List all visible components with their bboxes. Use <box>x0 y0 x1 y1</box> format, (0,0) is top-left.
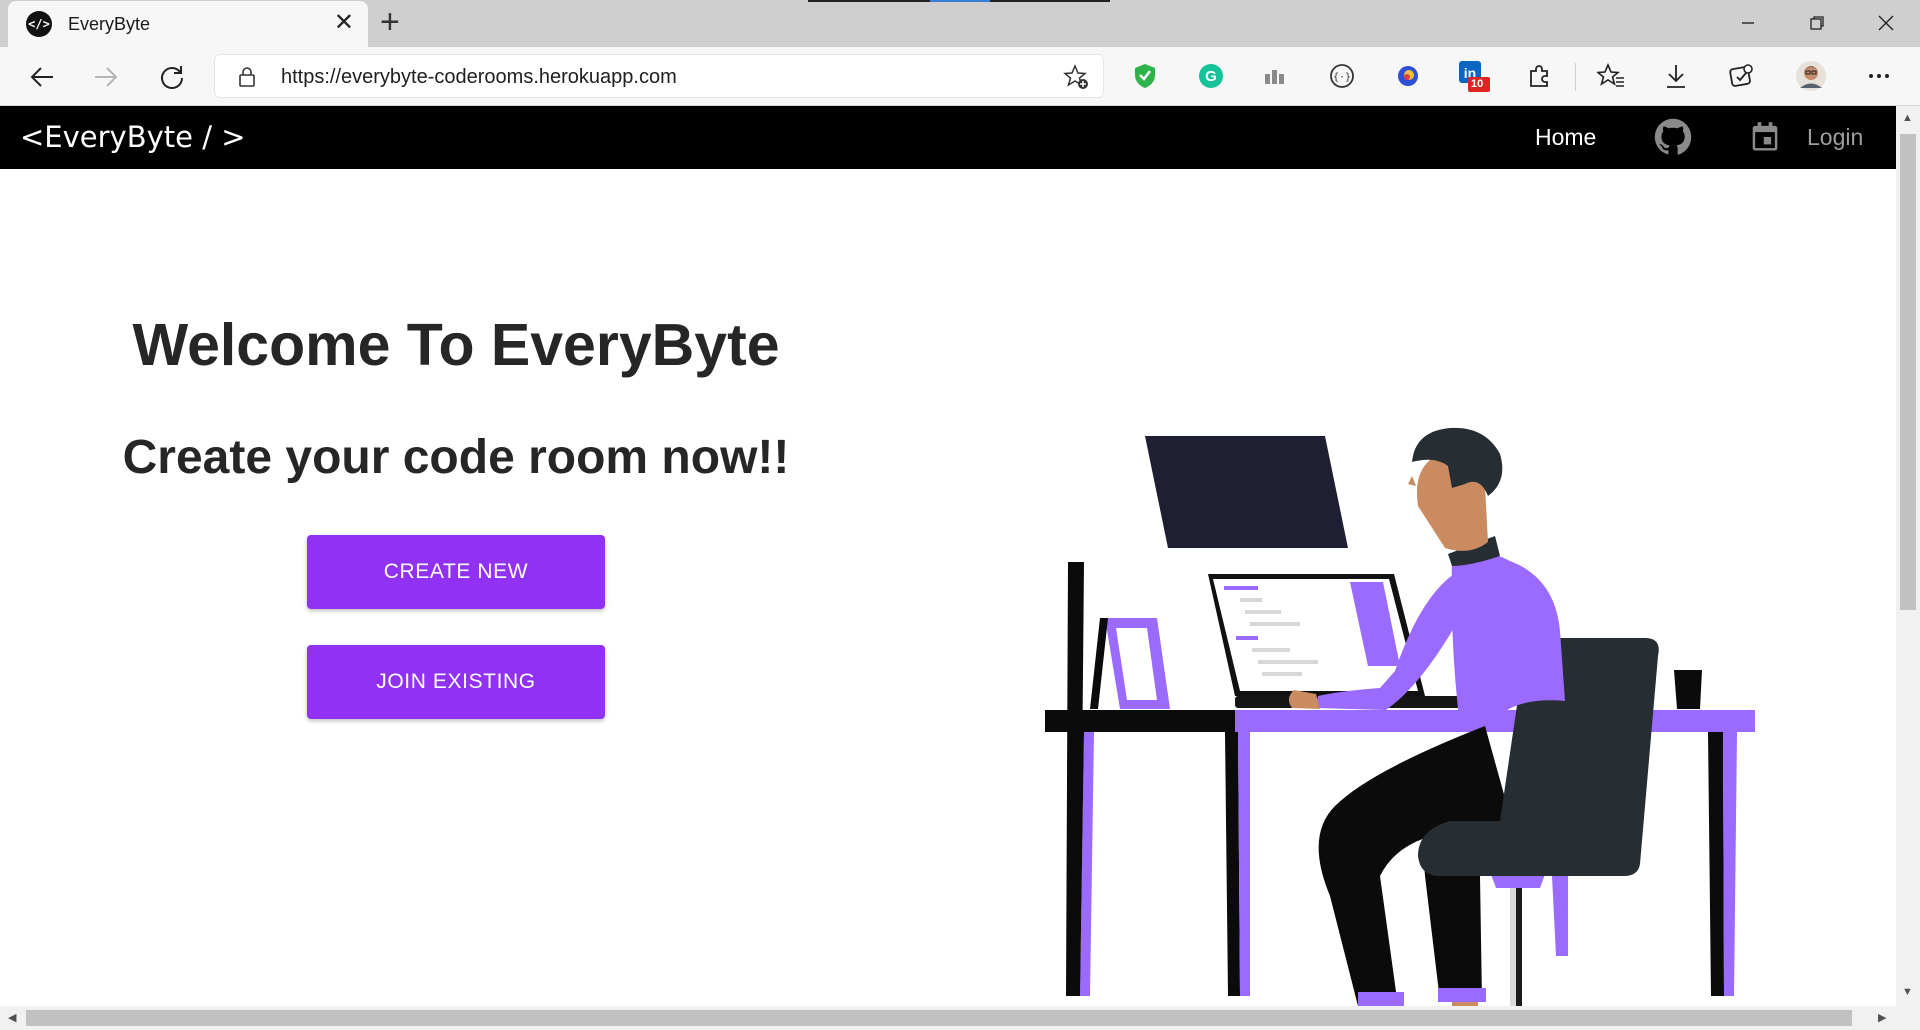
code-line <box>1262 672 1302 676</box>
download-icon[interactable] <box>1659 59 1693 93</box>
tab-title: EveryByte <box>68 13 151 34</box>
pant-cuff <box>1358 992 1404 1006</box>
person-torso <box>1451 552 1565 726</box>
refresh-icon <box>161 66 183 89</box>
bars-icon[interactable] <box>1259 59 1293 93</box>
code-line <box>1236 636 1258 640</box>
desk-leg <box>1708 732 1724 996</box>
developer-illustration <box>1045 427 1755 1006</box>
code-line <box>1252 648 1290 652</box>
scroll-up-icon[interactable]: ▲ <box>1902 112 1913 124</box>
colorful-circle-icon[interactable] <box>1391 59 1425 93</box>
chair-leg <box>1552 876 1568 956</box>
minimize-button[interactable] <box>1728 8 1768 38</box>
calendar-icon[interactable] <box>1750 121 1780 153</box>
cup <box>1674 670 1702 709</box>
restore-button[interactable] <box>1797 8 1837 38</box>
refresh-button[interactable] <box>152 57 192 97</box>
brand-logo[interactable]: <EveryByte / > <box>20 120 246 154</box>
vertical-scroll-thumb[interactable] <box>1900 134 1916 610</box>
scroll-down-icon[interactable]: ▼ <box>1902 986 1913 998</box>
forward-arrow-icon <box>95 67 118 87</box>
pant-cuff <box>1438 988 1486 1002</box>
create-new-button[interactable]: CREATE NEW <box>307 535 605 609</box>
puzzle-icon[interactable] <box>1522 59 1556 93</box>
svg-text:{·}: {·} <box>1333 72 1351 83</box>
nav-login-link[interactable]: Login <box>1807 124 1863 151</box>
page-subtitle: Create your code room now!! <box>122 431 790 484</box>
add-favorite-icon[interactable] <box>1063 64 1089 90</box>
desk-leg <box>1238 732 1250 996</box>
monitor-screen <box>1145 436 1348 548</box>
person-nose <box>1408 476 1416 486</box>
shield-icon[interactable] <box>1128 59 1162 93</box>
nav-home-link[interactable]: Home <box>1535 124 1596 151</box>
code-line <box>1258 660 1318 664</box>
code-line <box>1245 610 1281 614</box>
github-icon[interactable] <box>1654 118 1692 156</box>
lock-icon <box>239 67 255 87</box>
tab-strip: </> EveryByte ✕ + <box>0 0 1920 47</box>
code-line <box>1250 622 1300 626</box>
chair-post-shadow <box>1516 888 1522 1006</box>
back-button[interactable] <box>22 57 62 97</box>
desk-leg <box>1225 732 1240 996</box>
svg-text:G: G <box>1205 68 1217 85</box>
scroll-right-icon[interactable]: ▶ <box>1878 1011 1886 1024</box>
close-window-button[interactable] <box>1866 8 1906 38</box>
loading-indicator <box>808 0 1110 2</box>
avatar[interactable] <box>1794 59 1828 93</box>
toolbar-divider <box>1575 63 1576 91</box>
vertical-scrollbar[interactable]: ▲ ▼ <box>1896 106 1920 1006</box>
forward-button[interactable] <box>86 57 126 97</box>
join-existing-button[interactable]: JOIN EXISTING <box>307 645 605 719</box>
page-title: Welcome To EveryByte <box>132 312 780 378</box>
grammarly-icon[interactable]: G <box>1194 59 1228 93</box>
url-text: https://everybyte-coderooms.herokuapp.co… <box>281 66 677 88</box>
scroll-left-icon[interactable]: ◀ <box>8 1011 16 1024</box>
browser-tab[interactable]: </> EveryByte ✕ <box>8 1 368 47</box>
toolbar: https://everybyte-coderooms.herokuapp.co… <box>0 47 1920 106</box>
photo-frame-stand <box>1090 618 1108 709</box>
code-line <box>1240 598 1262 602</box>
collections-icon[interactable] <box>1724 59 1758 93</box>
favorites-icon[interactable] <box>1594 59 1628 93</box>
desk-leg <box>1723 732 1737 996</box>
horizontal-scrollbar[interactable]: ◀ ▶ <box>0 1006 1920 1030</box>
code-brackets-icon[interactable]: {·} <box>1325 59 1359 93</box>
close-tab-icon[interactable]: ✕ <box>334 11 354 35</box>
back-arrow-icon <box>30 67 53 87</box>
address-bar[interactable]: https://everybyte-coderooms.herokuapp.co… <box>214 54 1104 98</box>
horizontal-scroll-thumb[interactable] <box>26 1010 1852 1026</box>
linkedin-icon[interactable]: in 10 <box>1456 59 1490 93</box>
code-line <box>1224 586 1258 590</box>
more-icon[interactable] <box>1862 59 1896 93</box>
site-favicon-icon: </> <box>26 11 52 37</box>
site-navbar: <EveryByte / > Home Login <box>0 106 1896 169</box>
linkedin-badge: 10 <box>1471 78 1484 90</box>
new-tab-button[interactable]: + <box>380 5 400 39</box>
page-viewport: <EveryByte / > Home Login Welcome To Eve… <box>0 106 1896 1006</box>
